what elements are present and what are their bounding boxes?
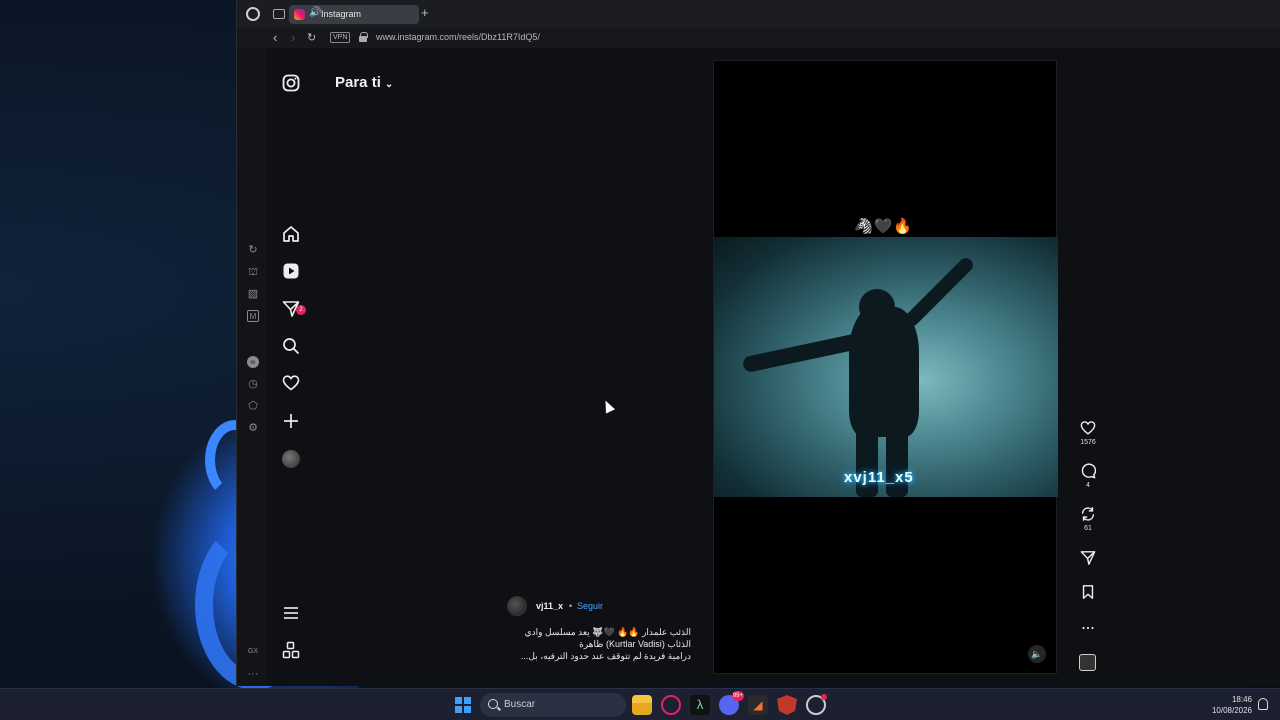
figure-silhouette-arm [741, 332, 863, 374]
instagram-logo-icon[interactable] [282, 74, 300, 92]
url-field[interactable]: www.instagram.com/reels/Dbz11R7IdQ5/ [376, 32, 540, 42]
clock-date: 10/08/2026 [1211, 706, 1252, 715]
opera-gx-browser-window: 🔊 Instagram + ‹ › ↻ VPN www.instagram.co… [236, 0, 1280, 686]
reel-emoji-caption: 🦓🖤🔥 [854, 218, 914, 235]
heart-icon [1080, 421, 1096, 435]
home-icon[interactable] [282, 225, 300, 243]
feed-selector[interactable]: Para ti ⌄ [335, 74, 393, 91]
figure-silhouette-arm [902, 255, 976, 329]
discord-icon[interactable]: 99+ [719, 691, 744, 715]
caption-line: الذئاب (Kurtlar Vadisi) ظاهرة [579, 639, 691, 649]
feed-title: Para ti [335, 74, 381, 91]
opera-logo-icon[interactable] [246, 7, 260, 21]
my-flow-icon[interactable]: M [247, 310, 259, 322]
extensions-icon[interactable]: ⬠ [247, 400, 259, 412]
lock-icon[interactable] [359, 32, 368, 42]
follow-button[interactable]: Seguir [577, 601, 603, 611]
forward-button[interactable]: › [291, 30, 295, 46]
video-watermark: xvj11_x5 [844, 469, 914, 486]
bookmark-icon [1082, 585, 1094, 599]
like-button[interactable]: 1576 [1073, 420, 1103, 446]
separator-dot: • [569, 601, 573, 611]
settings-icon[interactable]: ⚙ [247, 422, 259, 434]
shield-app-icon[interactable] [777, 695, 797, 715]
author-avatar[interactable] [507, 596, 527, 616]
more-dots-icon [1082, 626, 1094, 630]
repost-button[interactable]: 61 [1073, 506, 1103, 532]
browser-app-icon[interactable] [806, 694, 827, 715]
discord-badge: 99+ [731, 691, 744, 701]
media-app-icon[interactable]: ◢ [748, 695, 768, 715]
new-tab-button[interactable]: + [421, 6, 429, 20]
windows-taskbar: Buscar λ 99+ ◢ 18:46 10/08/2026 [0, 688, 1280, 720]
share-button[interactable] [1073, 550, 1103, 566]
tab-bar: 🔊 Instagram + [237, 0, 1280, 28]
back-button[interactable]: ‹ [273, 30, 277, 46]
comment-button[interactable]: 4 [1073, 463, 1103, 489]
repost-count: 61 [1084, 525, 1092, 532]
gx-icon[interactable]: GX [247, 646, 259, 658]
caption-line: الذئب علمدار 🔥🔥 🖤🐺 يعد مسلسل وادي [524, 627, 691, 637]
author-username[interactable]: vj11_x [536, 601, 563, 611]
heart-icon[interactable] [282, 374, 300, 392]
file-explorer-icon[interactable] [632, 695, 652, 715]
search-icon[interactable] [282, 337, 300, 355]
original-audio-thumbnail[interactable] [1079, 654, 1096, 671]
figure-silhouette-leg [886, 427, 908, 497]
pinboard-icon[interactable]: ▨ [247, 288, 259, 300]
caption-line: درامية فريدة لم تتوقف عند حدود الترفيه، … [520, 651, 691, 661]
reel-caption[interactable]: الذئب علمدار 🔥🔥 🖤🐺 يعد مسلسل وادي الذئاب… [507, 626, 691, 662]
vpn-badge[interactable]: VPN [330, 32, 351, 43]
figure-silhouette-body [849, 307, 919, 437]
messages-nav-item[interactable]: 2 [282, 300, 306, 318]
terminal-app-icon[interactable]: λ [690, 695, 710, 715]
comment-count: 4 [1086, 482, 1090, 489]
instagram-favicon-icon [294, 9, 305, 20]
chevron-down-icon: ⌄ [384, 79, 394, 90]
comment-icon [1081, 463, 1096, 479]
instagram-page: 2 Para ti ⌄ 🦓🖤🔥 xvj11_x5 🔈 vj11_x • Segu… [267, 48, 1280, 686]
opera-sidebar: ↻ ⛫ ▨ M ≈ ◷ ⬠ ⚙ GX ··· [237, 48, 267, 686]
speaker-icon[interactable]: 🔊 [309, 7, 321, 18]
meta-apps-icon[interactable] [282, 641, 300, 659]
taskbar-search[interactable]: Buscar [480, 693, 626, 717]
like-count: 1576 [1080, 439, 1096, 446]
reel-player[interactable]: 🦓🖤🔥 xvj11_x5 🔈 [713, 60, 1058, 674]
more-icon[interactable]: ··· [247, 668, 259, 680]
search-icon [488, 699, 498, 709]
opera-gx-taskbar-icon[interactable] [661, 695, 681, 715]
reload-button[interactable]: ↻ [307, 30, 316, 46]
crypto-wallet-icon[interactable]: ⛫ [247, 266, 259, 278]
repost-icon [1081, 507, 1095, 521]
notification-bell-icon[interactable] [1258, 698, 1268, 710]
aria-icon[interactable]: ↻ [247, 244, 259, 256]
profile-avatar[interactable] [282, 450, 300, 468]
tab-overview-icon[interactable] [273, 9, 285, 19]
notifications-badge: 2 [296, 305, 306, 315]
figure-silhouette-leg [856, 427, 878, 497]
more-options-button[interactable] [1073, 620, 1103, 636]
windows-start-icon[interactable] [455, 697, 471, 713]
search-placeholder: Buscar [504, 699, 536, 710]
notification-dot [821, 694, 827, 700]
tab-instagram[interactable]: 🔊 Instagram [289, 5, 419, 24]
system-clock[interactable]: 18:46 10/08/2026 [1200, 694, 1252, 716]
clock-time: 18:46 [1231, 695, 1252, 704]
share-icon [1080, 551, 1096, 565]
audio-toggle-icon[interactable]: 🔈 [1028, 645, 1046, 663]
tab-title: Instagram [321, 9, 362, 19]
reels-icon[interactable] [282, 262, 300, 280]
reel-video-frame[interactable]: xvj11_x5 [714, 237, 1058, 497]
menu-hamburger-icon[interactable] [282, 604, 300, 622]
figure-silhouette-head [859, 289, 895, 325]
spotify-icon[interactable]: ≈ [247, 356, 259, 368]
history-icon[interactable]: ◷ [247, 378, 259, 390]
address-bar: ‹ › ↻ VPN www.instagram.com/reels/Dbz11R… [237, 28, 1280, 48]
create-plus-icon[interactable] [282, 412, 300, 430]
save-button[interactable] [1073, 584, 1103, 600]
